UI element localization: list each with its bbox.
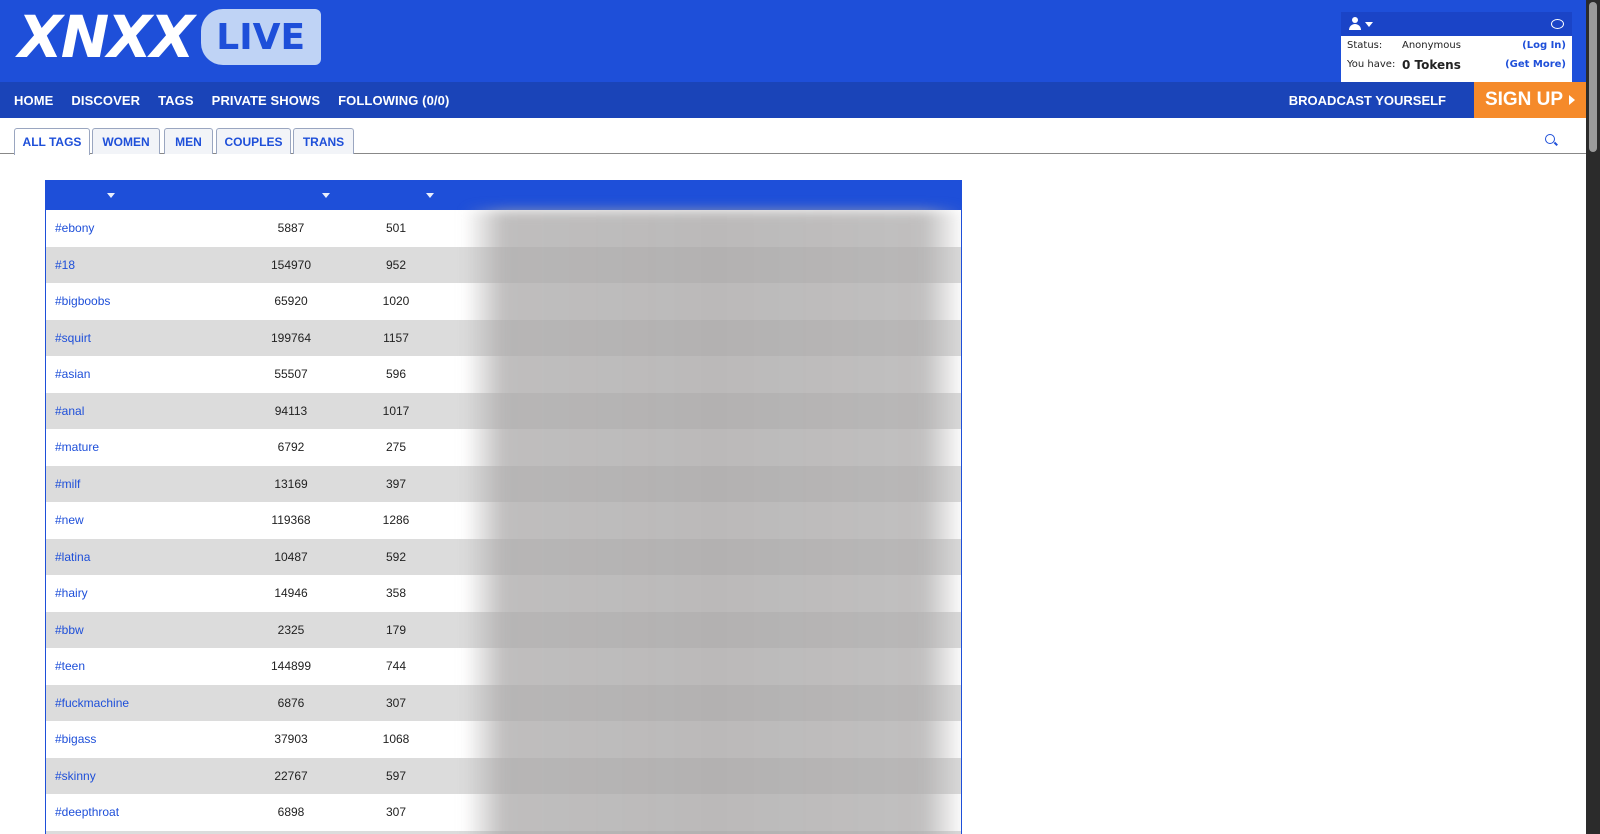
- tab-women[interactable]: WOMEN: [92, 128, 160, 154]
- viewers-count: 6898: [277, 805, 305, 820]
- rooms-count: 952: [385, 257, 407, 272]
- sign-up-button[interactable]: SIGN UP: [1474, 82, 1586, 118]
- tag-link[interactable]: #bigass: [55, 732, 96, 746]
- sort-rooms-icon[interactable]: [426, 193, 434, 198]
- rooms-count: 597: [385, 768, 407, 783]
- nav-discover[interactable]: DISCOVER: [71, 93, 140, 108]
- viewers-count: 5887: [277, 221, 305, 236]
- viewers-count: 154970: [270, 257, 312, 272]
- rooms-count: 307: [385, 695, 407, 710]
- rooms-count: 1286: [382, 513, 410, 528]
- viewers-count: 10487: [274, 549, 308, 564]
- tag-link[interactable]: #milf: [55, 477, 80, 491]
- chevron-down-icon: [1365, 21, 1373, 27]
- account-panel: Status: Anonymous (Log In) You have: 0 T…: [1341, 12, 1572, 82]
- logo-wordmark: XNXX: [18, 3, 195, 71]
- nav-home[interactable]: HOME: [14, 93, 53, 108]
- status-label: Status:: [1347, 40, 1383, 51]
- tab-trans[interactable]: TRANS: [293, 128, 354, 154]
- viewers-count: 144899: [270, 659, 312, 674]
- scrollbar-thumb[interactable]: [1589, 2, 1597, 152]
- account-panel-header: [1341, 12, 1572, 36]
- table-header: [46, 181, 961, 210]
- rooms-count: 358: [385, 586, 407, 601]
- tab-couples[interactable]: COUPLES: [216, 128, 291, 154]
- sort-tag-icon[interactable]: [107, 193, 115, 198]
- login-link[interactable]: (Log In): [1522, 40, 1566, 51]
- tag-link[interactable]: #bbw: [55, 623, 84, 637]
- tag-link[interactable]: #anal: [55, 404, 84, 418]
- tags-table: #ebony 5887 501 #18 154970 952 #bigboobs 65920 1…: [45, 180, 962, 834]
- tag-link[interactable]: #skinny: [55, 769, 96, 783]
- broadcast-yourself-link[interactable]: BROADCAST YOURSELF: [1289, 93, 1446, 108]
- arrow-right-icon: [1569, 95, 1576, 105]
- site-header: XNXX LIVE Status: Anonymous (Log In) You…: [0, 0, 1586, 82]
- viewers-count: 119368: [271, 513, 311, 528]
- tab-all-tags[interactable]: ALL TAGS: [14, 128, 90, 155]
- tag-link[interactable]: #new: [55, 513, 84, 527]
- tokens-label: You have:: [1347, 59, 1396, 70]
- tag-link[interactable]: #18: [55, 258, 75, 272]
- sort-viewers-icon[interactable]: [322, 193, 330, 198]
- viewers-count: 6876: [277, 695, 305, 710]
- user-menu-toggle[interactable]: [1349, 17, 1373, 31]
- get-more-link[interactable]: (Get More): [1505, 59, 1566, 70]
- viewers-count: 2325: [277, 622, 305, 637]
- rooms-count: 1017: [382, 403, 410, 418]
- tag-link[interactable]: #mature: [55, 440, 99, 454]
- viewers-count: 37903: [274, 732, 308, 747]
- rooms-count: 1157: [383, 330, 409, 345]
- tag-link[interactable]: #bigboobs: [55, 294, 110, 308]
- page-scrollbar[interactable]: [1586, 0, 1600, 834]
- viewers-count: 94113: [274, 403, 308, 418]
- nav-right-group: BROADCAST YOURSELF SIGN UP: [1289, 82, 1586, 118]
- status-value: Anonymous: [1402, 40, 1461, 51]
- rooms-count: 744: [385, 659, 407, 674]
- viewers-count: 6792: [277, 440, 305, 455]
- tokens-row: You have: 0 Tokens (Get More): [1341, 55, 1572, 74]
- viewers-count: 13169: [274, 476, 308, 491]
- viewers-count: 65920: [274, 294, 308, 309]
- tag-link[interactable]: #hairy: [55, 586, 88, 600]
- tag-link[interactable]: #ebony: [55, 221, 94, 235]
- main-nav: HOME DISCOVER TAGS PRIVATE SHOWS FOLLOWI…: [0, 82, 1586, 118]
- rooms-count: 1020: [382, 294, 410, 309]
- viewers-count: 199764: [270, 330, 312, 345]
- tag-link[interactable]: #squirt: [55, 331, 91, 345]
- rooms-count: 307: [385, 805, 407, 820]
- search-icon[interactable]: [1545, 134, 1555, 144]
- rooms-count: 592: [385, 549, 407, 564]
- nav-following[interactable]: FOLLOWING (0/0): [338, 93, 449, 108]
- status-row: Status: Anonymous (Log In): [1341, 36, 1572, 55]
- tag-link[interactable]: #asian: [55, 367, 90, 381]
- nav-tags[interactable]: TAGS: [158, 93, 194, 108]
- tokens-value: 0 Tokens: [1402, 57, 1461, 72]
- sign-up-label: SIGN UP: [1484, 89, 1564, 110]
- viewers-count: 14946: [274, 586, 308, 601]
- viewers-count: 55507: [274, 367, 308, 382]
- tag-filter-tabs: ALL TAGS WOMEN MEN COUPLES TRANS: [0, 118, 1586, 155]
- rooms-count: 179: [385, 622, 407, 637]
- tag-link[interactable]: #latina: [55, 550, 90, 564]
- user-icon: [1349, 17, 1361, 31]
- logo-live-badge: LIVE: [200, 9, 321, 65]
- rooms-count: 1068: [382, 732, 410, 747]
- tab-men[interactable]: MEN: [164, 128, 213, 154]
- blurred-previews: [464, 210, 961, 834]
- rooms-count: 596: [385, 367, 407, 382]
- rooms-count: 397: [385, 476, 407, 491]
- tag-link[interactable]: #fuckmachine: [55, 696, 129, 710]
- tag-link[interactable]: #deepthroat: [55, 805, 119, 819]
- nav-private-shows[interactable]: PRIVATE SHOWS: [212, 93, 320, 108]
- site-logo[interactable]: XNXX LIVE: [18, 8, 321, 66]
- tag-link[interactable]: #teen: [55, 659, 85, 673]
- rooms-count: 275: [385, 440, 407, 455]
- chat-icon[interactable]: [1551, 19, 1564, 29]
- rooms-count: 501: [385, 221, 407, 236]
- viewers-count: 22767: [274, 768, 308, 783]
